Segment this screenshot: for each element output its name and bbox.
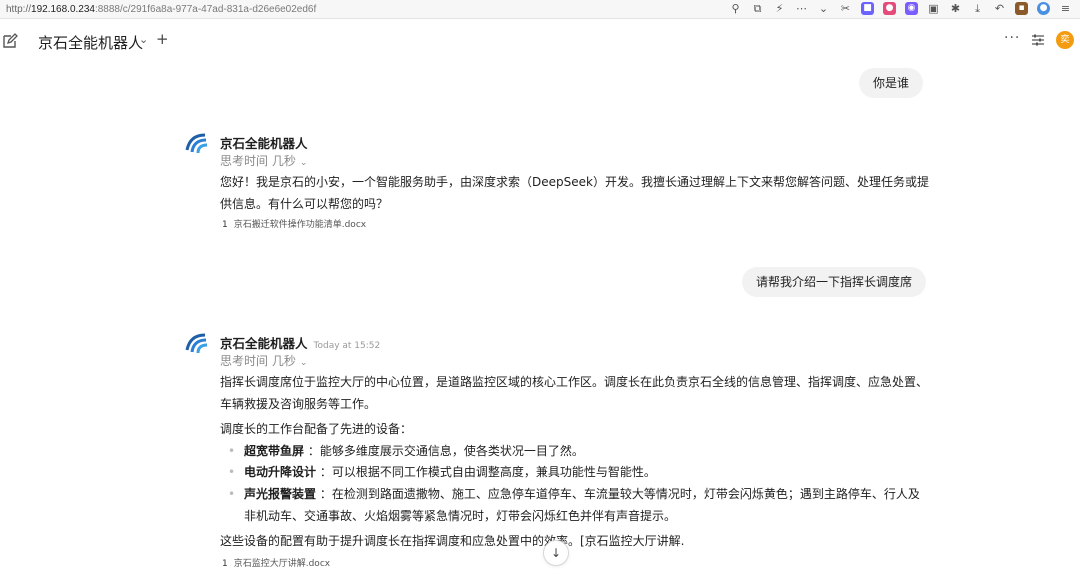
add-model-icon[interactable]: +	[156, 30, 169, 48]
bullet-desc: ：能够多维度展示交通信息，使各类状况一目了然。	[307, 444, 584, 458]
model-selector-label[interactable]: 京石全能机器人	[38, 32, 143, 53]
bot-answer-intro: 指挥长调度席位于监控大厅的中心位置，是道路监控区域的核心工作区。调度长在此负责京…	[220, 375, 929, 411]
sliders-icon[interactable]	[1031, 33, 1045, 47]
more-options-icon[interactable]: ···	[1004, 30, 1020, 46]
bot-name: 京石全能机器人	[220, 133, 308, 152]
bullet-desc: ：在检测到路面遗撒物、施工、应急停车道停车、车流量较大等情况时，灯带会闪烁黄色；…	[244, 487, 920, 523]
bot-name-text: 京石全能机器人	[220, 336, 308, 351]
zoom-icon[interactable]: ⚲	[729, 2, 742, 15]
bullet-dot: •	[228, 465, 236, 479]
more-dots-icon[interactable]: ⋯	[795, 2, 808, 15]
bot-avatar-icon	[183, 330, 209, 356]
new-chat-edit-icon[interactable]	[2, 33, 18, 49]
message-timestamp: Today at 15:52	[313, 341, 381, 351]
chevron-down-icon[interactable]: ⌄	[817, 2, 830, 15]
thinking-toggle[interactable]: 思考时间 几秒 ⌄	[220, 352, 307, 369]
browser-address-bar[interactable]: http://192.168.0.234:8888/c/291f6a8a-977…	[0, 0, 1080, 19]
thinking-label: 思考时间 几秒	[220, 354, 296, 368]
bot-name: 京石全能机器人 Today at 15:52	[220, 333, 380, 352]
translate-icon[interactable]: ⧉	[751, 2, 764, 15]
colorful-extension-icon[interactable]: ●	[1037, 2, 1050, 15]
bullet-term: 超宽带鱼屏	[244, 444, 305, 458]
bot-avatar-icon	[183, 130, 209, 156]
source-filename: 京石监控大厅讲解.docx	[233, 559, 331, 569]
url-path: :8888/c/291f6a8a-977a-47ad-831a-d26e6e02…	[94, 3, 317, 15]
chevron-down-icon: ⌄	[299, 358, 308, 368]
scissors-icon[interactable]: ✂	[839, 2, 852, 15]
user-avatar[interactable]: 奕	[1056, 31, 1074, 49]
extension-icon[interactable]: ■	[861, 2, 874, 15]
source-index: 1	[222, 220, 228, 230]
bolt-icon[interactable]: ⚡	[773, 2, 786, 15]
list-item: • 声光报警装置 ：在检测到路面遗撒物、施工、应急停车道停车、车流量较大等情况时…	[228, 483, 928, 527]
bullet-term: 电动升降设计	[244, 465, 317, 479]
list-item: • 超宽带鱼屏 ：能够多维度展示交通信息，使各类状况一目了然。	[228, 440, 928, 462]
thinking-label: 思考时间 几秒	[220, 154, 296, 168]
bullet-dot: •	[228, 487, 236, 501]
eye-extension-icon[interactable]: ◉	[905, 2, 918, 15]
bot-answer-lead: 调度长的工作台配备了先进的设备：	[220, 422, 413, 436]
arrow-down-icon: ↓	[550, 546, 562, 560]
url-scheme: http://	[6, 3, 32, 15]
bot-answer-text: 您好！我是京石的小安，一个智能服务助手，由深度求索（DeepSeek）开发。我擅…	[220, 175, 929, 211]
user-message-bubble: 请帮我介绍一下指挥长调度席	[742, 267, 927, 297]
bot-name-text: 京石全能机器人	[220, 136, 308, 151]
window-icon[interactable]: ▣	[927, 2, 940, 15]
bot-answer-closing: 这些设备的配置有助于提升调度长在指挥调度和应急处置中的效率。[京石监控大厅讲解.	[220, 534, 685, 548]
undo-icon[interactable]: ↶	[993, 2, 1006, 15]
chat-header: 京石全能机器人 ⌄ + ··· 奕	[0, 19, 1080, 63]
sidebar-strip	[0, 63, 26, 575]
source-index: 1	[222, 559, 228, 569]
download-icon[interactable]: ⤓	[971, 2, 984, 15]
source-filename: 京石搬迁软件操作功能清单.docx	[233, 220, 367, 230]
url-text[interactable]: http://192.168.0.234:8888/c/291f6a8a-977…	[0, 4, 316, 15]
scroll-to-bottom-button[interactable]: ↓	[543, 540, 569, 566]
game-extension-icon[interactable]: ●	[883, 2, 896, 15]
chevron-down-icon: ⌄	[299, 158, 308, 168]
bullet-term: 声光报警装置	[244, 487, 317, 501]
bullet-desc: ：可以根据不同工作模式自由调整高度，兼具功能性与智能性。	[319, 465, 656, 479]
puzzle-icon[interactable]: ✱	[949, 2, 962, 15]
thinking-toggle[interactable]: 思考时间 几秒 ⌄	[220, 152, 307, 169]
bag-icon[interactable]: ▪	[1015, 2, 1028, 15]
chevron-down-icon[interactable]: ⌄	[139, 33, 148, 46]
url-host: 192.168.0.234	[31, 3, 95, 15]
menu-icon[interactable]: ≡	[1059, 2, 1072, 15]
source-citation[interactable]: 1 京石监控大厅讲解.docx	[222, 556, 330, 569]
user-message-bubble: 你是谁	[859, 68, 924, 98]
source-citation[interactable]: 1 京石搬迁软件操作功能清单.docx	[222, 217, 366, 230]
list-item: • 电动升降设计 ：可以根据不同工作模式自由调整高度，兼具功能性与智能性。	[228, 461, 928, 483]
bullet-dot: •	[228, 444, 236, 458]
